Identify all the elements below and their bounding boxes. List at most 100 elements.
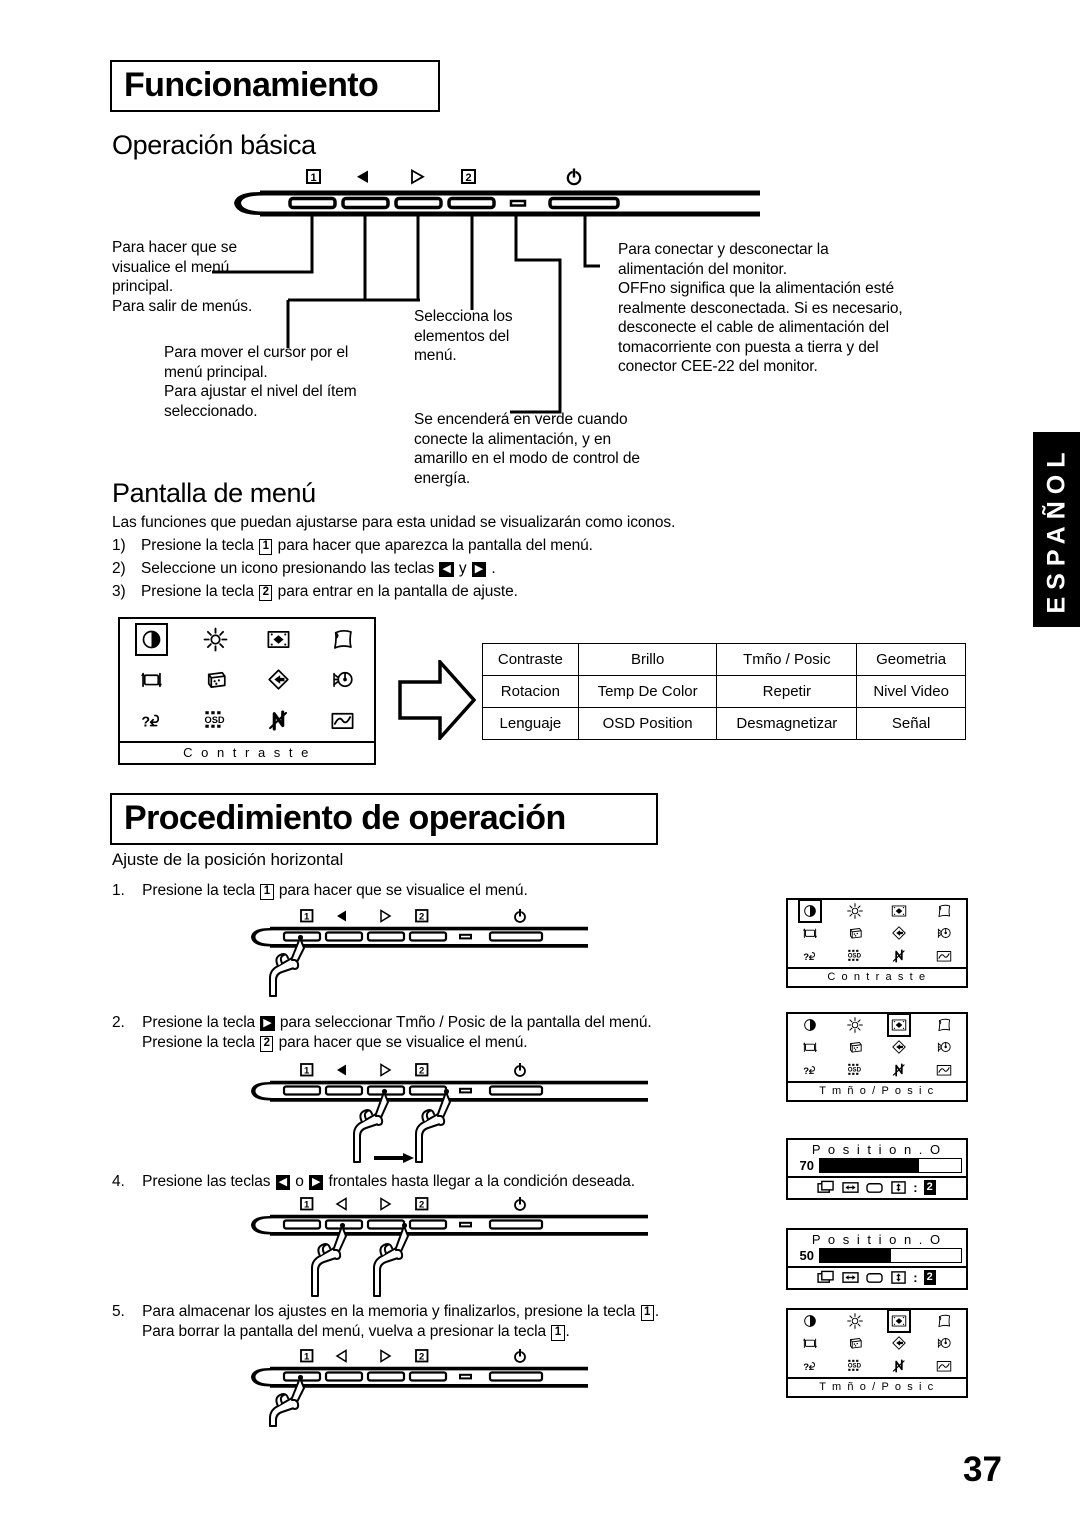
menu-item-cell[interactable]: Lenguaje (482, 707, 579, 740)
step-text-after: para hacer que aparezca la pantalla del … (277, 537, 593, 554)
svg-text:2: 2 (419, 1200, 424, 1211)
osd-icon-panel-step2[interactable]: ? OSD T m ñ o / P o s i c (786, 1012, 968, 1102)
color-temp-icon[interactable] (846, 1038, 864, 1056)
menu-item-cell[interactable]: Contraste (482, 643, 579, 676)
degauss-icon[interactable] (935, 924, 953, 942)
slider-bar[interactable] (819, 1248, 962, 1263)
menu-item-cell[interactable]: Nivel Video (856, 675, 966, 708)
rotation-icon[interactable] (801, 1334, 819, 1352)
svg-text:?: ? (804, 1362, 810, 1373)
svg-text:1: 1 (304, 912, 310, 923)
signal-icon[interactable] (935, 1061, 953, 1079)
osd-icon-panel-step5[interactable]: ? OSD T m ñ o / P o s i c (786, 1308, 968, 1398)
geometry-icon[interactable] (935, 1016, 953, 1034)
rotation-icon[interactable] (138, 666, 165, 693)
horizontal-size-icon[interactable] (841, 1270, 860, 1285)
moire-icon[interactable] (890, 1357, 908, 1375)
section-banner-procedimiento: Procedimiento de operación (110, 793, 658, 845)
color-temp-icon[interactable] (846, 1334, 864, 1352)
osd-slider-panel-70[interactable]: P o s i t i o n . O 70 :2 (786, 1138, 968, 1200)
osd-position-icon[interactable]: OSD (846, 947, 864, 965)
vertical-size-icon[interactable] (889, 1270, 908, 1285)
size-position-icon[interactable] (890, 902, 908, 920)
horizontal-size-icon[interactable] (841, 1180, 860, 1195)
osd-position-icon[interactable]: OSD (846, 1061, 864, 1079)
step-text: para seleccionar Tmño / Posic de la pant… (279, 1014, 652, 1031)
language-icon[interactable]: ? (801, 947, 819, 965)
osd-caption: C o n t r a s t e (788, 967, 966, 986)
menu-item-cell[interactable]: Desmagnetizar (716, 707, 858, 740)
size-position-icon[interactable] (265, 626, 292, 653)
color-temp-icon[interactable] (846, 924, 864, 942)
size-position-icon[interactable] (887, 1013, 912, 1038)
step-number: 4. (112, 1173, 125, 1190)
contrast-icon[interactable] (801, 1016, 819, 1034)
vertical-position-icon[interactable] (865, 1270, 884, 1285)
size-position-icon[interactable] (887, 1309, 912, 1334)
geometry-icon[interactable] (935, 902, 953, 920)
menu-item-cell[interactable]: Brillo (577, 643, 718, 676)
geometry-icon[interactable] (329, 626, 356, 653)
signal-icon[interactable] (935, 1357, 953, 1375)
menu-item-cell[interactable]: Geometria (856, 643, 966, 676)
osd-position-icon[interactable]: OSD (846, 1357, 864, 1375)
menu-item-cell[interactable]: Temp De Color (577, 675, 718, 708)
brightness-icon[interactable] (202, 626, 229, 653)
svg-text:1: 1 (304, 1200, 310, 1211)
step-text: Para almacenar los ajustes en la memoria… (142, 1303, 636, 1320)
rotation-icon[interactable] (801, 1038, 819, 1056)
recall-icon[interactable] (265, 666, 292, 693)
monitor-bezel-diagram-step2: 1 2 (248, 1062, 648, 1170)
svg-text:?: ? (804, 952, 810, 963)
osd-icon-panel-step1[interactable]: ? OSD C o n t r a s t e (786, 898, 968, 988)
contrast-icon[interactable] (798, 899, 823, 924)
step-number: 2) (112, 560, 126, 577)
menu-item-cell[interactable]: Rotacion (482, 675, 579, 708)
vertical-size-icon[interactable] (889, 1180, 908, 1195)
recall-icon[interactable] (890, 1334, 908, 1352)
procedure-step-2: 2. Presione la tecla ▶ para seleccionar … (112, 1013, 792, 1052)
vertical-position-icon[interactable] (865, 1180, 884, 1195)
language-icon[interactable]: ? (801, 1061, 819, 1079)
brightness-icon[interactable] (846, 1016, 864, 1034)
geometry-icon[interactable] (935, 1312, 953, 1330)
step-text-after: para entrar en la pantalla de ajuste. (277, 583, 518, 600)
slider-title: P o s i t i o n . O (811, 1232, 943, 1247)
menu-item-cell[interactable]: OSD Position (577, 707, 718, 740)
degauss-icon[interactable] (329, 666, 356, 693)
rotation-icon[interactable] (801, 924, 819, 942)
brightness-icon[interactable] (846, 1312, 864, 1330)
procedure-step-4: 4. Presione las teclas ◀ o ▶ frontales h… (112, 1172, 792, 1192)
osd-slider-panel-50[interactable]: P o s i t i o n . O 50 :2 (786, 1228, 968, 1290)
step-text: frontales hasta llegar a la condición de… (328, 1173, 636, 1190)
svg-text:?: ? (804, 1066, 810, 1077)
horizontal-position-icon[interactable] (817, 1180, 836, 1195)
contrast-icon[interactable] (801, 1312, 819, 1330)
table-row: Rotacion Temp De Color Repetir Nivel Video (482, 675, 966, 708)
degauss-icon[interactable] (935, 1334, 953, 1352)
color-temp-icon[interactable] (202, 666, 229, 693)
menu-item-cell[interactable]: Repetir (716, 675, 858, 708)
svg-text:OSD: OSD (204, 715, 224, 725)
language-icon[interactable]: ? (138, 707, 165, 734)
menu-item-cell[interactable]: Señal (856, 707, 966, 740)
osd-position-icon[interactable]: OSD (202, 707, 229, 734)
slider-bar[interactable] (819, 1158, 962, 1173)
horizontal-position-icon[interactable] (817, 1270, 836, 1285)
brightness-icon[interactable] (846, 902, 864, 920)
degauss-icon[interactable] (935, 1038, 953, 1056)
moire-icon[interactable] (265, 707, 292, 734)
moire-icon[interactable] (890, 947, 908, 965)
menu-item-cell[interactable]: Tmño / Posic (716, 643, 858, 676)
moire-icon[interactable] (890, 1061, 908, 1079)
recall-icon[interactable] (890, 1038, 908, 1056)
contrast-icon[interactable] (135, 622, 169, 656)
svg-text:OSD: OSD (847, 1067, 861, 1074)
step-number: 1) (112, 537, 126, 554)
signal-icon[interactable] (329, 707, 356, 734)
recall-icon[interactable] (890, 924, 908, 942)
osd-icon-panel-main[interactable]: ? OSD C o n t r a s t e (118, 617, 376, 765)
signal-icon[interactable] (935, 947, 953, 965)
language-icon[interactable]: ? (801, 1357, 819, 1375)
osd-caption: C o n t r a s t e (120, 741, 374, 763)
